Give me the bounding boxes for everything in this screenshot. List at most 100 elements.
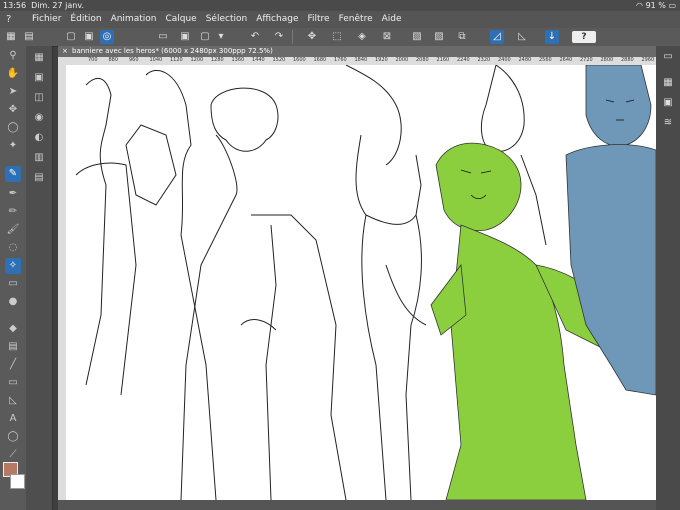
move-layer-icon[interactable]: ✥ bbox=[5, 102, 21, 118]
undo-icon[interactable]: ↶ bbox=[248, 30, 262, 44]
text-icon[interactable]: A bbox=[5, 411, 21, 427]
ruler-tick: 2560 bbox=[539, 57, 552, 63]
ruler-icon[interactable]: ◿ bbox=[490, 30, 504, 44]
close-panel-icon[interactable]: ▭ bbox=[661, 50, 675, 64]
status-date: Dim. 27 janv. bbox=[31, 1, 84, 10]
sub-tool-palette: ▦ ▣ ◫ ◉ ◐ ▥ ▤ bbox=[26, 46, 53, 510]
ruler-tick: 2800 bbox=[600, 57, 614, 63]
quick-access-icon[interactable]: ◎ bbox=[100, 30, 114, 44]
drawing-canvas[interactable] bbox=[66, 65, 656, 500]
ruler-tick: 1120 bbox=[170, 57, 183, 63]
battery-text: 91 % bbox=[645, 1, 666, 10]
layers-icon[interactable]: ≋ bbox=[661, 116, 675, 130]
brush-icon[interactable]: 🖌 bbox=[5, 222, 21, 238]
command-bar: ▦ ▤ ▢ ▣ ◎ ▭ ▣ ▢ ▾ ↶ ↷ ✥ ⬚ ◈ ⊠ ▧ ▨ ⧉ ◿ ◺ … bbox=[0, 28, 680, 47]
pen-pressure-icon[interactable]: ↓ bbox=[545, 30, 559, 44]
clear-icon[interactable]: ▨ bbox=[432, 30, 446, 44]
menu-selection[interactable]: Sélection bbox=[206, 11, 247, 28]
fit-icon[interactable]: ⊠ bbox=[380, 30, 394, 44]
crop-icon[interactable]: ⧉ bbox=[455, 30, 469, 44]
ruler-tick: 1920 bbox=[375, 57, 388, 63]
navigator-icon[interactable]: ▦ bbox=[661, 76, 675, 90]
transform-icon[interactable]: ⬚ bbox=[330, 30, 344, 44]
ruler-tick: 2160 bbox=[436, 57, 450, 63]
folder-icon[interactable]: ▭ bbox=[156, 30, 170, 44]
eyedropper-icon[interactable]: ✎ bbox=[5, 166, 21, 182]
pencil-icon[interactable]: ✏ bbox=[5, 204, 21, 220]
tab-close-icon[interactable]: × bbox=[62, 46, 68, 57]
balloon-icon[interactable]: ◯ bbox=[5, 429, 21, 445]
document-tab[interactable]: × banniere avec les heros* (6000 x 2480p… bbox=[58, 46, 656, 57]
ruler-tick: 1200 bbox=[190, 57, 204, 63]
layer-icon[interactable]: ▦ bbox=[31, 50, 47, 66]
camera-icon[interactable]: ◉ bbox=[31, 110, 47, 126]
ruler-tick: 2480 bbox=[518, 57, 532, 63]
zoom-icon[interactable]: ⚲ bbox=[5, 48, 21, 64]
fill-tool-icon[interactable]: ◆ bbox=[5, 321, 21, 337]
pen-icon[interactable]: ✒ bbox=[5, 186, 21, 202]
operation-icon[interactable]: ➤ bbox=[5, 84, 21, 100]
correct-line-icon[interactable]: ⟋ bbox=[5, 447, 21, 463]
move-icon[interactable]: ✥ bbox=[305, 30, 319, 44]
new-file-icon[interactable]: ▢ bbox=[64, 30, 78, 44]
gradient-icon[interactable]: ▤ bbox=[5, 339, 21, 355]
menu-aide[interactable]: Aide bbox=[382, 11, 402, 28]
ruler-tool-icon[interactable]: ◺ bbox=[5, 393, 21, 409]
airbrush-icon[interactable]: ◌ bbox=[5, 240, 21, 256]
eraser-icon[interactable]: ▭ bbox=[5, 276, 21, 292]
tool-palette: ⚲ ✋ ➤ ✥ ◯ ✦ ✎ ✒ ✏ 🖌 ◌ ✧ ▭ ● ◆ ▤ ╱ ▭ ◺ A … bbox=[0, 46, 26, 510]
color-wheel-icon[interactable]: ◐ bbox=[31, 130, 47, 146]
ruler-tick: 1840 bbox=[354, 57, 368, 63]
separator bbox=[292, 30, 293, 44]
page-icon[interactable]: ▢ bbox=[198, 30, 212, 44]
merge-icon[interactable]: ◫ bbox=[31, 90, 47, 106]
line-art-illustration bbox=[75, 65, 656, 500]
grid-icon[interactable]: ▦ bbox=[4, 30, 18, 44]
ruler-tick: 1600 bbox=[293, 57, 306, 63]
ruler-tick: 1760 bbox=[334, 57, 347, 63]
app-icon[interactable]: ? bbox=[6, 14, 18, 25]
redo-icon[interactable]: ↷ bbox=[272, 30, 286, 44]
ruler-tick: 700 bbox=[88, 57, 98, 63]
fill-icon[interactable]: ▧ bbox=[410, 30, 424, 44]
figure-icon[interactable]: ╱ bbox=[5, 357, 21, 373]
ruler-tick: 1440 bbox=[252, 57, 265, 63]
ruler-tick: 2000 bbox=[395, 57, 409, 63]
sub-color[interactable] bbox=[10, 474, 25, 489]
auto-select-icon[interactable]: ✦ bbox=[5, 138, 21, 154]
ruler-tick: 2640 bbox=[559, 57, 573, 63]
ruler-tick: 2320 bbox=[477, 57, 491, 63]
help-button[interactable]: ? bbox=[572, 31, 596, 43]
perspective-icon[interactable]: ◺ bbox=[515, 30, 529, 44]
menu-animation[interactable]: Animation bbox=[111, 11, 157, 28]
menu-edition[interactable]: Édition bbox=[70, 11, 101, 28]
ruler-tick: 1360 bbox=[231, 57, 245, 63]
copy-layer-icon[interactable]: ▣ bbox=[31, 70, 47, 86]
settings-icon[interactable]: ▣ bbox=[82, 30, 96, 44]
blend-icon[interactable]: ● bbox=[5, 294, 21, 310]
frame-icon[interactable]: ▭ bbox=[5, 375, 21, 391]
status-bar: 13:56 Dim. 27 janv. ◠ 91 % ▭ bbox=[0, 0, 680, 11]
palette-icon[interactable]: ▤ bbox=[31, 170, 47, 186]
wifi-icon: ◠ bbox=[636, 1, 644, 10]
save-icon[interactable]: ▣ bbox=[178, 30, 192, 44]
ruler-tick: 2960 bbox=[641, 57, 655, 63]
decoration-icon[interactable]: ✧ bbox=[5, 258, 21, 274]
lasso-icon[interactable]: ◯ bbox=[5, 120, 21, 136]
color-swatch[interactable] bbox=[3, 462, 25, 490]
menu-calque[interactable]: Calque bbox=[165, 11, 196, 28]
ruler-tick: 1280 bbox=[211, 57, 224, 63]
eraser-selection-icon[interactable]: ◈ bbox=[355, 30, 369, 44]
menu-fichier[interactable]: Fichier bbox=[32, 11, 61, 28]
ruler-tick: 2240 bbox=[457, 57, 470, 63]
menu-bar: ? Fichier Édition Animation Calque Sélec… bbox=[0, 11, 680, 28]
new-canvas-icon[interactable]: ▤ bbox=[22, 30, 36, 44]
menu-affichage[interactable]: Affichage bbox=[256, 11, 298, 28]
menu-filtre[interactable]: Filtre bbox=[307, 11, 329, 28]
image-icon[interactable]: ▣ bbox=[661, 96, 675, 110]
color-slider-icon[interactable]: ▥ bbox=[31, 150, 47, 166]
color-settings-icon[interactable]: ▾ bbox=[214, 30, 228, 44]
document-title: banniere avec les heros* (6000 x 2480px … bbox=[72, 47, 273, 55]
move-view-icon[interactable]: ✋ bbox=[5, 66, 21, 82]
menu-fenetre[interactable]: Fenêtre bbox=[339, 11, 373, 28]
